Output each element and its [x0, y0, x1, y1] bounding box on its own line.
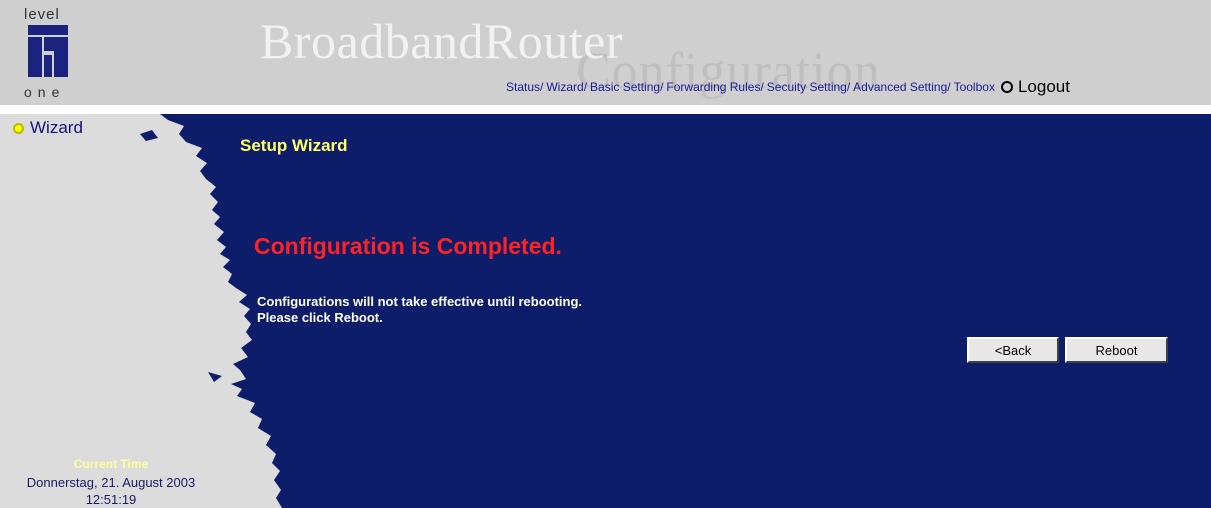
sidebar-item-label: Wizard	[30, 118, 83, 137]
nav-security-setting[interactable]: Secuity Setting/	[767, 80, 850, 94]
current-time-label: Current Time	[73, 457, 149, 471]
current-clock: 12:51:19	[85, 492, 137, 507]
nav-advanced-setting[interactable]: Advanced Setting/	[853, 80, 950, 94]
back-button[interactable]: <Back	[967, 337, 1059, 363]
brand-title: BroadbandRouter	[260, 13, 623, 69]
levelone-logo: level one	[14, 6, 84, 102]
message-line-1: Configurations will not take effective u…	[257, 294, 583, 309]
main-background	[0, 114, 1211, 508]
logo-mark-icon	[28, 25, 68, 77]
logout-link[interactable]: Logout	[1018, 77, 1070, 97]
logo-top-text: level	[24, 6, 60, 23]
nav-status[interactable]: Status/	[506, 80, 543, 94]
completion-headline: Configuration is Completed.	[254, 233, 562, 259]
top-navigation: Status/ Wizard/ Basic Setting/ Forwardin…	[506, 76, 1070, 98]
sidebar-item-wizard[interactable]: Wizard	[13, 118, 83, 138]
yellow-dot-icon	[13, 122, 24, 134]
logo-bottom-text: one	[24, 84, 66, 100]
current-date: Donnerstag, 21. August 2003	[26, 475, 196, 490]
reboot-button[interactable]: Reboot	[1065, 337, 1168, 363]
nav-basic-setting[interactable]: Basic Setting/	[590, 80, 663, 94]
logout-radio-icon[interactable]	[1000, 81, 1013, 93]
nav-forwarding-rules[interactable]: Forwarding Rules/	[666, 80, 763, 94]
header-bar: level one Configuration BroadbandRouter …	[0, 0, 1211, 107]
nav-wizard[interactable]: Wizard/	[546, 80, 587, 94]
message-line-2: Please click Reboot.	[257, 310, 383, 325]
nav-toolbox[interactable]: Toolbox	[954, 80, 995, 94]
page-title: Setup Wizard	[240, 136, 348, 155]
